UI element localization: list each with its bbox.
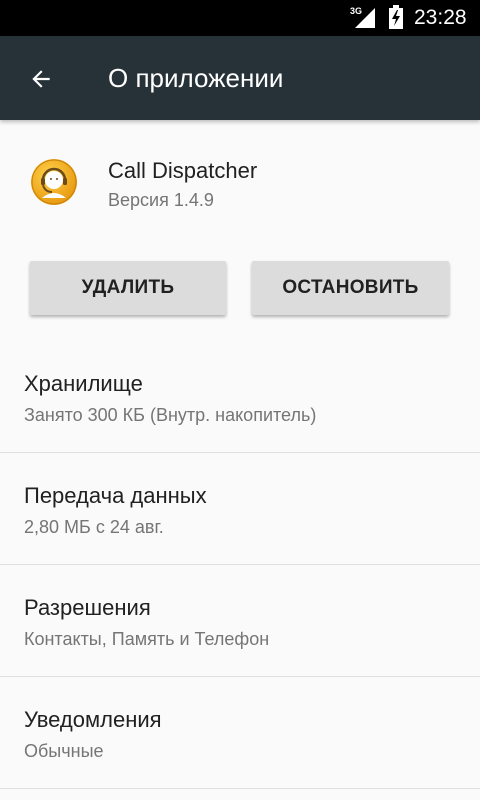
status-bar: 3G 23:28	[0, 0, 480, 36]
list-item-subtitle: Контакты, Память и Телефон	[24, 629, 270, 649]
app-bar: О приложении	[0, 36, 480, 120]
list-item-title: Хранилище	[24, 371, 143, 396]
app-header: Call Dispatcher Версия 1.4.9	[0, 120, 480, 230]
force-stop-button[interactable]: ОСТАНОВИТЬ	[252, 261, 449, 315]
signal-icon	[355, 8, 375, 28]
call-dispatcher-app-icon	[31, 159, 77, 205]
list-item-notifications[interactable]: Уведомления Обычные	[0, 677, 480, 789]
app-name: Call Dispatcher	[108, 158, 258, 183]
page-title: О приложении	[108, 63, 284, 93]
list-item-title: Уведомления	[24, 707, 162, 732]
list-item-subtitle: 2,80 МБ с 24 авг.	[24, 517, 164, 537]
list-item-permissions[interactable]: Разрешения Контакты, Память и Телефон	[0, 565, 480, 677]
list-item-subtitle: Занято 300 КБ (Внутр. накопитель)	[24, 405, 317, 425]
list-item-storage[interactable]: Хранилище Занято 300 КБ (Внутр. накопите…	[0, 341, 480, 453]
list-item-subtitle: Обычные	[24, 741, 104, 761]
list-item-data-usage[interactable]: Передача данных 2,80 МБ с 24 авг.	[0, 453, 480, 565]
arrow-back-icon[interactable]	[28, 66, 54, 92]
uninstall-button[interactable]: УДАЛИТЬ	[30, 261, 226, 315]
app-version: Версия 1.4.9	[108, 190, 214, 210]
list-item-title: Разрешения	[24, 595, 151, 620]
list-item-title: Передача данных	[24, 483, 207, 508]
battery-charging-icon	[389, 5, 403, 29]
status-clock: 23:28	[414, 6, 467, 29]
